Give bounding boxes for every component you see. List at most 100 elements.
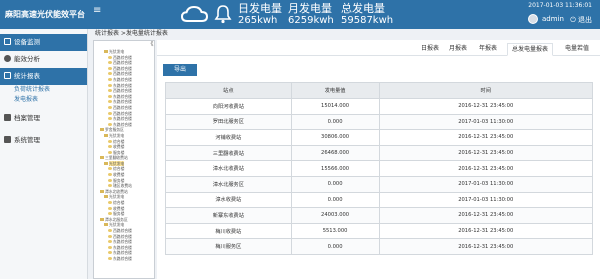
tree-node-label: 东路综合楼 [113,93,132,99]
total-generation-value: 59587kwh [341,15,394,26]
column-header-station[interactable]: 站点 [165,82,292,99]
tree-node-label: 光伏发电 [109,222,125,228]
column-header-time[interactable]: 时间 [378,82,593,99]
folder-icon [100,217,104,221]
folder-icon [100,128,104,132]
table-row[interactable]: 三里翻收费站 26468.000 2016-12-31 23:45:00 [165,144,593,162]
sidebar-item-device-monitor[interactable]: 设备监测 [0,34,87,51]
sidebar-subitem-generation-report[interactable]: 发电报表 [0,95,87,105]
tab-power-value[interactable]: 电量若值 [561,43,593,56]
cell-station: 漳水北服务区 [165,175,292,193]
logout-button[interactable]: ⏻ 退出 [570,15,592,25]
cell-station: 向阳河收费站 [165,98,292,115]
sidebar-item-energy-analysis[interactable]: 能效分析 [0,51,87,68]
tab-yearly[interactable]: 年报表 [475,43,501,56]
tab-daily[interactable]: 日报表 [417,43,443,56]
avatar[interactable] [528,14,538,24]
collapse-tree-button[interactable]: 《 [147,41,154,48]
bell-icon[interactable] [212,3,234,25]
monitor-icon [4,38,11,45]
cell-generation: 15566.000 [290,160,380,177]
cell-station: 新寨东收费站 [165,207,292,224]
sidebar-item-system[interactable]: 系统管理 [0,132,87,149]
cell-time: 2016-12-31 23:45:00 [378,238,593,255]
table-row[interactable]: 向阳河收费站 15014.000 2016-12-31 23:45:00 [165,98,593,115]
tree-node-label: 西路综合楼 [113,110,132,116]
tree-node-label: 服务楼 [113,177,125,183]
menu-toggle-button[interactable]: ≡ [93,6,101,16]
tab-total-generation[interactable]: 总发电量报表 [507,43,554,56]
station-icon [108,184,112,188]
tree-node-label: 西路综合楼 [113,54,132,60]
cell-time: 2017-01-03 11:30:00 [378,175,593,193]
tree-node-label: 潭水北服务区 [105,216,128,222]
cell-generation: 15014.000 [290,98,380,115]
column-header-generation[interactable]: 发电量值 [290,82,380,99]
station-icon [108,150,112,154]
user-name[interactable]: admin [542,15,564,23]
table-row[interactable]: 梅川服务区 0.000 2016-12-31 23:45:00 [165,238,593,255]
cell-generation: 0.000 [290,113,380,131]
cell-time: 2016-12-31 23:45:00 [378,160,593,177]
station-tree: 《 光伏发电 西路综合楼 西路综合楼 西路综合楼 西路综合楼 东路综合楼 东路综合楼 西路综合… [93,40,155,279]
cell-time: 2016-12-31 23:45:00 [378,144,593,162]
tree-node-label: 东路综合楼 [113,116,132,122]
cell-time: 2016-12-31 23:45:00 [378,207,593,224]
tree-node-label: 东路综合楼 [113,244,132,250]
station-icon [108,256,112,260]
tree-node-label: 潭水北收费站 [105,188,128,194]
tab-monthly[interactable]: 月报表 [445,43,471,56]
cell-generation: 5513.000 [290,222,380,240]
station-icon [108,229,112,232]
folder-icon [100,189,104,193]
table-row[interactable]: 河铺收费站 30806.000 2016-12-31 23:45:00 [165,129,593,146]
table-row[interactable]: 罗田北服务区 0.000 2017-01-03 11:30:00 [165,113,593,131]
main-panel: 日报表 月报表 年报表 总发电量报表 电量若值 导出 站点 发电量值 时间 向阳… [157,40,600,279]
tree-node-label: 西路综合楼 [113,65,132,71]
tree-node-label: 服务楼 [113,211,125,217]
table-row[interactable]: 新寨东收费站 24003.000 2016-12-31 23:45:00 [165,207,593,224]
tree-node-label: 罗舍服务区 [105,127,124,133]
table-row[interactable]: 漳水北收费站 15566.000 2016-12-31 23:45:00 [165,160,593,177]
daily-generation-value: 265kwh [238,15,278,26]
report-tabs: 日报表 月报表 年报表 总发电量报表 电量若值 [157,40,600,56]
cell-generation: 0.000 [290,175,380,193]
tree-node-label: 综合楼 [113,200,125,206]
breadcrumb: 统计报表 >发电量统计报表 [88,29,600,39]
folder-icon [104,50,108,53]
cell-time: 2017-01-03 11:30:00 [378,191,593,209]
station-icon [108,100,112,104]
cell-generation: 0.000 [290,238,380,255]
sidebar-subitem-load-report[interactable]: 负荷统计报表 [0,85,87,95]
monthly-generation-value: 6259kwh [288,15,334,26]
report-icon [4,72,11,79]
monthly-generation-label: 月发电量 [288,2,332,15]
export-button[interactable]: 导出 [163,64,197,76]
current-datetime: 2017-01-03 11:36:01 [528,2,592,9]
station-icon [108,245,112,249]
sidebar-item-label: 能效分析 [14,55,40,63]
cell-station: 梅川收费站 [165,222,292,240]
tree-node-label: 西路综合楼 [113,104,132,110]
tree-node-label: 收费楼 [113,205,125,211]
station-icon [108,240,112,244]
cell-station: 罗田北服务区 [165,113,292,131]
table-row[interactable]: 漳水收费站 0.000 2017-01-03 11:30:00 [165,191,593,209]
archive-icon [4,114,11,121]
sidebar-item-archives[interactable]: 档案管理 [0,110,87,127]
table-row[interactable]: 梅川收费站 5513.000 2016-12-31 23:45:00 [165,222,593,240]
cell-generation: 0.000 [290,191,380,209]
folder-icon [104,133,108,137]
table-row[interactable]: 漳水北服务区 0.000 2017-01-03 11:30:00 [165,175,593,193]
sidebar-item-statistics[interactable]: 统计报表 [0,68,87,85]
cell-station: 漳水北收费站 [165,160,292,177]
tree-node[interactable]: 东路综合楼 [94,256,154,262]
cell-time: 2017-01-03 11:30:00 [378,113,593,131]
station-icon [108,94,112,98]
station-icon [108,61,112,65]
tree-node-label: 东路综合楼 [113,82,132,88]
folder-icon [104,223,108,227]
power-icon: ⏻ [570,16,578,24]
station-icon [108,145,112,149]
folder-icon [104,161,108,165]
